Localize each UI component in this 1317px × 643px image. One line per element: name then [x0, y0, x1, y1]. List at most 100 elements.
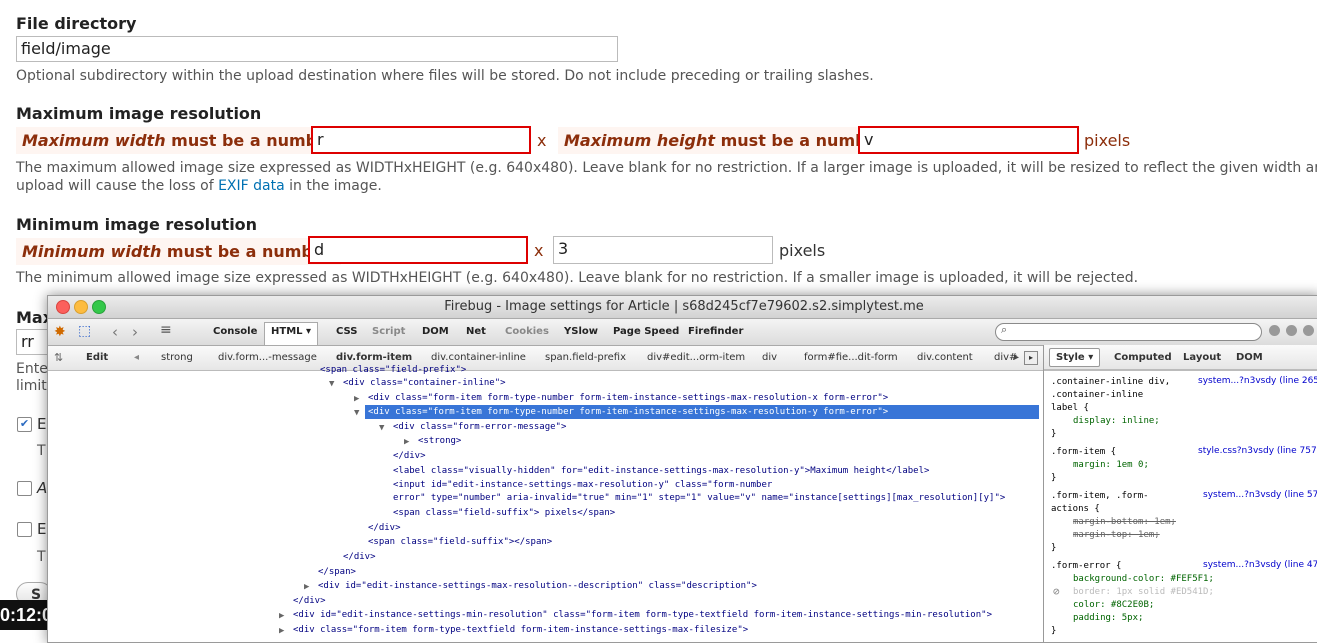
tree-node[interactable]: <div class="form-item form-type-number f… — [368, 391, 888, 405]
css-overridden-property[interactable]: margin-top: 1em; — [1073, 529, 1160, 542]
collapse-twisty-icon[interactable]: ▼ — [379, 423, 384, 433]
tab-layout[interactable]: Layout — [1183, 352, 1221, 363]
crumb-field-prefix[interactable]: span.field-prefix — [545, 352, 626, 363]
checkbox-1-desc: T — [37, 443, 46, 459]
tree-node[interactable]: <div class="container-inline"> — [343, 376, 506, 390]
back-icon[interactable]: ‹ — [112, 323, 118, 341]
firebug-search-input[interactable]: ⌕ — [995, 323, 1262, 341]
checkbox-checked[interactable]: ✔ — [17, 417, 32, 432]
css-source-link[interactable]: system...?n3vsdy (line 265) — [1198, 376, 1317, 386]
crumb-form[interactable]: form#fie...dit-form — [804, 352, 898, 363]
tab-dom[interactable]: DOM — [416, 323, 455, 341]
tree-node[interactable]: </div> — [393, 449, 426, 463]
expand-twisty-icon[interactable]: ▶ — [279, 611, 284, 621]
close-panel-icon[interactable] — [1303, 325, 1314, 336]
file-directory-input[interactable]: field/image — [16, 36, 618, 62]
crumb-edit-form-item[interactable]: div#edit...orm-item — [647, 352, 745, 363]
css-property[interactable]: display: inline; — [1073, 415, 1160, 428]
tree-node[interactable]: <input id="edit-instance-settings-max-re… — [393, 478, 772, 492]
crumb-content[interactable]: div.content — [917, 352, 973, 363]
forward-icon[interactable]: › — [132, 323, 138, 341]
tab-script[interactable]: Script — [366, 323, 411, 341]
exif-data-link[interactable]: EXIF data — [218, 178, 285, 194]
expand-twisty-icon[interactable]: ▶ — [279, 626, 284, 636]
crumb-scroll-left-icon[interactable]: ◂ — [134, 352, 139, 363]
tab-net[interactable]: Net — [460, 323, 492, 341]
tab-cookies[interactable]: Cookies — [499, 323, 555, 341]
min-width-error: Minimum width must be a number. — [16, 238, 342, 265]
detach-panel-icon[interactable] — [1286, 325, 1297, 336]
tree-node[interactable]: </span> — [318, 565, 356, 579]
tree-node[interactable]: <div class="form-item form-type-textfiel… — [293, 623, 748, 637]
css-selector: .form-item, .form- — [1051, 491, 1149, 501]
edit-button[interactable]: Edit — [86, 352, 108, 363]
crumb-menu-icon[interactable]: ▸ — [1024, 351, 1038, 365]
firebug-bug-icon[interactable]: ✸ — [54, 324, 66, 340]
max-resolution-label: Maximum image resolution — [16, 104, 262, 123]
expand-twisty-icon[interactable]: ▶ — [354, 394, 359, 404]
tree-node[interactable]: </div> — [368, 521, 401, 535]
panel-splitter[interactable] — [1043, 345, 1044, 642]
min-width-input[interactable]: d — [308, 236, 528, 264]
tree-node[interactable]: <div id="edit-instance-settings-min-reso… — [293, 608, 992, 622]
crumb-container-inline[interactable]: div.container-inline — [431, 352, 526, 363]
tab-side-dom[interactable]: DOM — [1236, 352, 1263, 363]
tree-node[interactable]: </div> — [343, 550, 376, 564]
css-source-link[interactable]: system...?n3vsdy (line 47) — [1203, 560, 1317, 570]
min-x-separator: x — [534, 241, 544, 260]
crumb-strong[interactable]: strong — [161, 352, 193, 363]
tab-yslow[interactable]: YSlow — [558, 323, 604, 341]
css-source-link[interactable]: style.css?n3vsdy (line 757) — [1198, 446, 1317, 456]
css-close-brace: } — [1051, 429, 1057, 439]
tab-html[interactable]: HTML ▾ — [264, 322, 319, 345]
minimize-panel-icon[interactable] — [1269, 325, 1280, 336]
break-on-mutate-icon[interactable]: ⇅ — [54, 351, 63, 364]
tree-node[interactable]: <span class="field-suffix"> pixels</span… — [393, 506, 615, 520]
tree-node[interactable]: error" type="number" aria-invalid="true"… — [393, 491, 1005, 505]
inspect-element-icon[interactable]: ⬚ — [78, 323, 91, 339]
max-height-input[interactable]: v — [858, 126, 1079, 154]
panel-menu-icon[interactable]: ≡ — [160, 322, 172, 338]
css-selector: .form-error { — [1051, 561, 1122, 571]
css-property[interactable]: background-color: #FEF5F1; — [1073, 573, 1214, 586]
css-overridden-property[interactable]: margin-bottom: 1em; — [1073, 516, 1176, 529]
tree-node[interactable]: <label class="visually-hidden" for="edit… — [393, 464, 929, 478]
tab-computed[interactable]: Computed — [1114, 352, 1172, 363]
css-disabled-property[interactable]: border: 1px solid #ED541D; — [1073, 586, 1214, 599]
min-height-input[interactable]: 3 — [553, 236, 773, 264]
max-width-input[interactable]: r — [311, 126, 531, 154]
tree-node[interactable]: <div class="form-error-message"> — [393, 420, 566, 434]
css-property[interactable]: margin: 1em 0; — [1073, 459, 1149, 472]
expand-twisty-icon[interactable]: ▶ — [304, 582, 309, 592]
css-close-brace: } — [1051, 543, 1057, 553]
tree-node[interactable]: <span class="field-suffix"></span> — [368, 535, 552, 549]
disabled-property-icon[interactable]: ⊘ — [1053, 585, 1060, 598]
tab-console[interactable]: Console — [207, 323, 263, 341]
tab-page-speed[interactable]: Page Speed — [607, 323, 685, 341]
max-resolution-description-2: upload will cause the loss of EXIF data … — [16, 178, 382, 194]
file-directory-label: File directory — [16, 14, 137, 33]
checkbox-3[interactable] — [17, 522, 32, 537]
min-resolution-label: Minimum image resolution — [16, 215, 258, 234]
collapse-twisty-icon[interactable]: ▼ — [354, 408, 359, 418]
crumb-form-item[interactable]: div.form-item — [336, 352, 412, 363]
checkbox-2[interactable] — [17, 481, 32, 496]
crumb-form-message[interactable]: div.form...-message — [218, 352, 317, 363]
css-source-link[interactable]: system...?n3vsdy (line 57) — [1203, 490, 1317, 500]
tab-firefinder[interactable]: Firefinder — [682, 323, 749, 341]
firebug-toolbar: ✸ ⬚ ‹ › ≡ Console HTML ▾ CSS Script DOM … — [48, 319, 1317, 346]
css-property[interactable]: padding: 5px; — [1073, 612, 1143, 625]
crumb-scroll-right-icon[interactable]: ▸ — [1014, 352, 1019, 363]
collapse-twisty-icon[interactable]: ▼ — [329, 379, 334, 389]
tree-node[interactable]: </div> — [293, 594, 326, 608]
selected-tree-node[interactable]: <div class="form-item form-type-number f… — [365, 405, 1039, 419]
tree-node[interactable]: <span class="field-prefix"> — [320, 363, 466, 377]
css-property[interactable]: color: #8C2E0B; — [1073, 599, 1154, 612]
tab-style[interactable]: Style ▾ — [1049, 348, 1101, 367]
max-pixels-suffix: pixels — [1084, 131, 1131, 150]
expand-twisty-icon[interactable]: ▶ — [404, 437, 409, 447]
tree-node[interactable]: <div id="edit-instance-settings-max-reso… — [318, 579, 757, 593]
tree-node[interactable]: <strong> — [418, 434, 461, 448]
tab-css[interactable]: CSS — [330, 323, 363, 341]
crumb-div[interactable]: div — [762, 352, 777, 363]
